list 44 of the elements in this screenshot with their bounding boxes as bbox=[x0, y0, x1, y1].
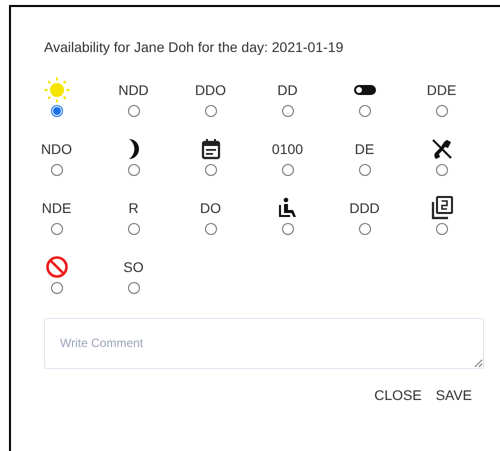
option-label: DD bbox=[277, 80, 298, 100]
calendar-icon bbox=[200, 138, 220, 160]
phone-off-icon bbox=[430, 138, 452, 160]
dialog-button[interactable]: CLOSE bbox=[374, 385, 422, 406]
option-label: 0100 bbox=[272, 140, 304, 158]
radio-button[interactable] bbox=[204, 105, 216, 117]
radio-button[interactable] bbox=[128, 223, 140, 235]
radio-button[interactable] bbox=[282, 223, 294, 235]
radio-button[interactable] bbox=[128, 164, 140, 176]
radio-button[interactable] bbox=[50, 223, 62, 235]
toggle-icon bbox=[354, 85, 376, 95]
option-label: DDD bbox=[349, 198, 380, 218]
option-label: NDD bbox=[118, 80, 149, 100]
option-label: NDE bbox=[42, 198, 72, 218]
radio-button[interactable] bbox=[128, 282, 140, 294]
dialog-button[interactable]: SAVE bbox=[436, 385, 472, 406]
option-label: DDE bbox=[426, 80, 456, 100]
no-entry-icon bbox=[44, 255, 68, 279]
option-label: DDO bbox=[194, 80, 226, 100]
radio-button[interactable] bbox=[282, 164, 294, 176]
sun-icon bbox=[44, 77, 70, 103]
radio-button[interactable] bbox=[282, 105, 294, 117]
comment-field[interactable]: Write Comment bbox=[44, 318, 484, 369]
moon-icon bbox=[126, 138, 140, 160]
radio-button[interactable] bbox=[128, 105, 140, 117]
radio-button[interactable] bbox=[50, 164, 62, 176]
radio-button[interactable] bbox=[436, 105, 448, 117]
radio-button[interactable] bbox=[204, 223, 216, 235]
radio-button[interactable] bbox=[436, 164, 448, 176]
radio-button[interactable] bbox=[358, 105, 370, 117]
option-label: DE bbox=[354, 140, 374, 158]
radio-button[interactable] bbox=[50, 282, 62, 294]
stacked-squares-icon bbox=[430, 196, 452, 220]
option-label: SO bbox=[123, 258, 144, 276]
radio-button[interactable] bbox=[204, 164, 216, 176]
radio-button[interactable] bbox=[50, 105, 62, 117]
option-label: R bbox=[128, 198, 139, 218]
radio-button[interactable] bbox=[358, 223, 370, 235]
dialog-title: Availability for Jane Doh for the day: 2021-01-19 bbox=[44, 38, 344, 57]
option-label: DO bbox=[200, 198, 221, 218]
wheelchair-icon bbox=[278, 197, 298, 219]
radio-button[interactable] bbox=[358, 164, 370, 176]
radio-button[interactable] bbox=[436, 223, 448, 235]
option-label: NDO bbox=[40, 140, 72, 158]
